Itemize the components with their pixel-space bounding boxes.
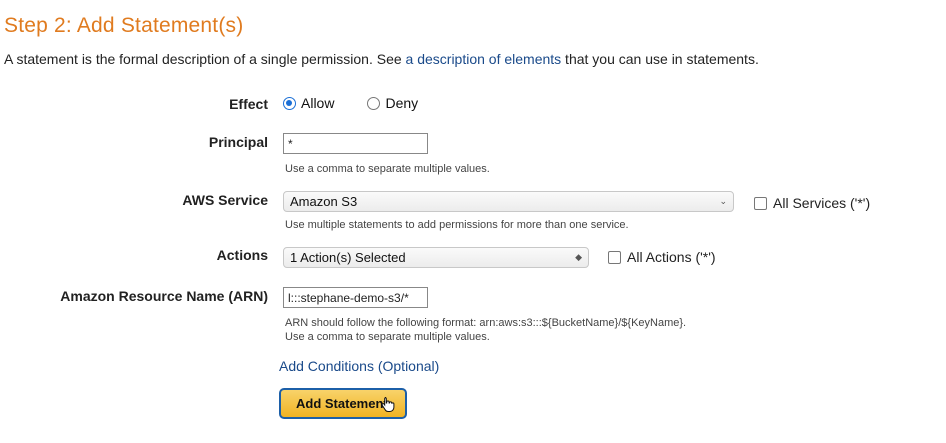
all-actions-label: All Actions ('*') xyxy=(627,249,716,265)
radio-checked-icon[interactable] xyxy=(283,96,296,110)
effect-allow-radio[interactable]: Allow xyxy=(283,95,334,111)
arn-hint-line1: ARN should follow the following format: … xyxy=(285,317,687,329)
effect-label: Effect xyxy=(229,96,268,112)
arn-input[interactable] xyxy=(283,287,428,308)
radio-unchecked-icon[interactable] xyxy=(367,96,381,110)
hand-cursor-icon xyxy=(381,397,395,412)
elements-description-link[interactable]: a description of elements xyxy=(406,51,562,67)
all-services-label: All Services ('*') xyxy=(773,195,871,211)
add-statement-label: Add Statement xyxy=(296,396,388,411)
add-conditions-link[interactable]: Add Conditions (Optional) xyxy=(279,358,439,374)
page-title: Step 2: Add Statement(s) xyxy=(4,14,244,37)
checkbox-icon[interactable] xyxy=(608,250,621,264)
principal-hint: Use a comma to separate multiple values. xyxy=(285,163,490,175)
principal-label: Principal xyxy=(208,134,268,150)
effect-radio-group: Allow Deny xyxy=(283,95,418,111)
aws-service-hint: Use multiple statements to add permissio… xyxy=(285,219,629,231)
actions-label: Actions xyxy=(216,247,268,263)
aws-service-label: AWS Service xyxy=(182,192,268,208)
intro-after: that you can use in statements. xyxy=(561,51,759,67)
checkbox-icon[interactable] xyxy=(754,196,767,210)
actions-select[interactable]: 1 Action(s) Selected ◆ xyxy=(283,247,589,268)
aws-service-select[interactable]: Amazon S3 ⌄ xyxy=(283,191,734,212)
arn-hint-line2: Use a comma to separate multiple values. xyxy=(285,331,490,343)
effect-deny-label: Deny xyxy=(385,95,419,111)
all-services-checkbox[interactable]: All Services ('*') xyxy=(754,195,870,211)
all-actions-checkbox[interactable]: All Actions ('*') xyxy=(608,249,716,265)
arn-label: Amazon Resource Name (ARN) xyxy=(60,288,268,304)
intro-before: A statement is the formal description of… xyxy=(4,51,406,67)
effect-deny-radio[interactable]: Deny xyxy=(367,95,418,111)
intro-text: A statement is the formal description of… xyxy=(4,51,759,67)
principal-input[interactable] xyxy=(283,133,428,154)
updown-arrows-icon: ◆ xyxy=(575,252,582,262)
actions-value: 1 Action(s) Selected xyxy=(290,250,406,265)
chevron-down-icon: ⌄ xyxy=(719,196,727,206)
effect-allow-label: Allow xyxy=(301,95,335,111)
aws-service-value: Amazon S3 xyxy=(290,194,358,209)
